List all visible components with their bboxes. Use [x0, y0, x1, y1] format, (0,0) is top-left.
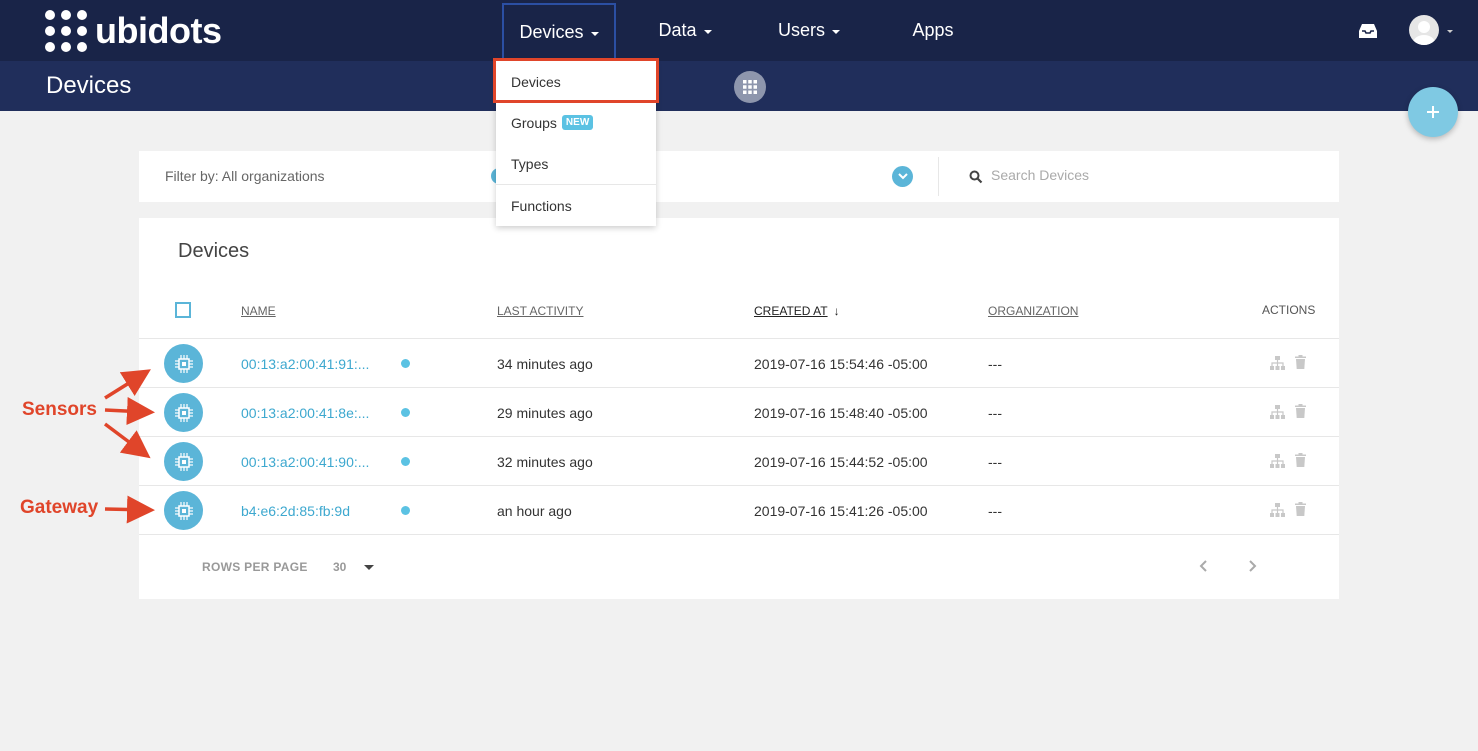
- nav-data-label: Data: [658, 20, 697, 40]
- nav-users[interactable]: Users: [762, 0, 856, 61]
- divider: [938, 157, 939, 196]
- nav-devices[interactable]: Devices: [502, 3, 616, 60]
- page-title: Devices: [46, 72, 132, 99]
- search-input[interactable]: [991, 167, 1291, 183]
- device-name-link[interactable]: b4:e6:2d:85:fb:9d: [241, 503, 350, 519]
- organization: ---: [988, 356, 1002, 372]
- status-dot: [401, 359, 410, 368]
- app-grid-button[interactable]: [734, 71, 766, 103]
- table-row[interactable]: 00:13:a2:00:41:8e:... 29 minutes ago 201…: [139, 387, 1339, 436]
- nav-users-label: Users: [777, 20, 825, 40]
- organization: ---: [988, 503, 1002, 519]
- device-name-link[interactable]: 00:13:a2:00:41:90:...: [241, 454, 369, 470]
- last-activity: 32 minutes ago: [497, 454, 593, 470]
- column-header-actions: ACTIONS: [1262, 303, 1316, 317]
- created-at: 2019-07-16 15:48:40 -05:00: [754, 405, 928, 421]
- annotation-highlight-box: [493, 58, 659, 103]
- column-header-name[interactable]: NAME: [241, 304, 276, 318]
- column-header-created-at[interactable]: CREATED AT ↓: [754, 304, 840, 318]
- chevron-down-icon: [897, 173, 908, 180]
- grid-icon: [743, 80, 757, 94]
- last-activity: 34 minutes ago: [497, 356, 593, 372]
- caret-down-icon[interactable]: [364, 565, 374, 570]
- nav-apps-label: Apps: [912, 20, 954, 40]
- plus-icon: [1427, 106, 1439, 118]
- menu-item-groups[interactable]: Groups NEW: [496, 102, 656, 143]
- device-name-link[interactable]: 00:13:a2:00:41:8e:...: [241, 405, 369, 421]
- column-header-last-activity[interactable]: LAST ACTIVITY: [497, 304, 583, 318]
- device-chip-icon: [164, 393, 203, 432]
- brand-name: ubidots: [95, 10, 222, 51]
- annotation-gateway-label: Gateway: [20, 497, 99, 518]
- avatar[interactable]: [1409, 15, 1439, 45]
- new-badge: NEW: [561, 115, 594, 130]
- last-activity: 29 minutes ago: [497, 405, 593, 421]
- trash-icon[interactable]: [1295, 404, 1306, 418]
- table-row[interactable]: 00:13:a2:00:41:90:... 32 minutes ago 201…: [139, 436, 1339, 485]
- chevron-down-icon: [703, 29, 712, 34]
- status-dot: [401, 457, 410, 466]
- last-activity: an hour ago: [497, 503, 572, 519]
- chevron-right-icon[interactable]: [1245, 558, 1259, 574]
- nav-devices-label: Devices: [519, 22, 584, 42]
- device-name-link[interactable]: 00:13:a2:00:41:91:...: [241, 356, 369, 372]
- divider: [139, 534, 1339, 535]
- logo-dots-icon: [45, 10, 87, 52]
- add-device-button[interactable]: [1408, 87, 1458, 137]
- trash-icon[interactable]: [1295, 502, 1306, 516]
- created-at: 2019-07-16 15:54:46 -05:00: [754, 356, 928, 372]
- device-chip-icon: [164, 491, 203, 530]
- column-header-organization[interactable]: ORGANIZATION: [988, 304, 1078, 318]
- select-all-checkbox[interactable]: [175, 302, 191, 318]
- status-dot: [401, 506, 410, 515]
- table-row[interactable]: 00:13:a2:00:41:91:... 34 minutes ago 201…: [139, 338, 1339, 387]
- column-header-created-at-label: CREATED AT: [754, 304, 828, 318]
- inbox-icon[interactable]: [1358, 22, 1378, 39]
- chevron-left-icon[interactable]: [1197, 558, 1211, 574]
- filter-bar: Filter by: All organizations: [139, 151, 1339, 202]
- nav-data[interactable]: Data: [640, 0, 730, 61]
- search-icon: [969, 170, 983, 184]
- sort-arrow-down-icon: ↓: [833, 304, 840, 318]
- trash-icon[interactable]: [1295, 355, 1306, 369]
- organization-filter[interactable]: Filter by: All organizations: [165, 168, 325, 184]
- top-navbar: ubidots Devices Data Users Apps: [0, 0, 1478, 61]
- hierarchy-icon[interactable]: [1270, 503, 1285, 517]
- chevron-down-icon: [590, 31, 599, 36]
- menu-item-label: Groups: [511, 114, 557, 131]
- table-title: Devices: [178, 240, 250, 262]
- hierarchy-icon[interactable]: [1270, 454, 1285, 468]
- trash-icon[interactable]: [1295, 453, 1306, 467]
- menu-item-label: Types: [511, 155, 549, 172]
- organization: ---: [988, 405, 1002, 421]
- table-row[interactable]: b4:e6:2d:85:fb:9d an hour ago 2019-07-16…: [139, 485, 1339, 534]
- rows-per-page-label: ROWS PER PAGE: [202, 560, 308, 574]
- annotation-sensors-label: Sensors: [22, 399, 97, 420]
- status-dot: [401, 408, 410, 417]
- hierarchy-icon[interactable]: [1270, 405, 1285, 419]
- menu-item-types[interactable]: Types: [496, 143, 656, 184]
- ubidots-logo[interactable]: ubidots: [45, 10, 222, 52]
- hierarchy-icon[interactable]: [1270, 356, 1285, 370]
- created-at: 2019-07-16 15:41:26 -05:00: [754, 503, 928, 519]
- filter-dropdown-button[interactable]: [892, 166, 913, 187]
- chevron-down-icon[interactable]: [1447, 30, 1453, 33]
- user-icon: [1413, 21, 1435, 45]
- menu-item-label: Functions: [511, 197, 572, 214]
- devices-table-card: Devices NAME LAST ACTIVITY CREATED AT ↓ O…: [139, 218, 1339, 599]
- device-chip-icon: [164, 442, 203, 481]
- nav-apps[interactable]: Apps: [898, 0, 968, 61]
- chevron-down-icon: [832, 29, 840, 34]
- organization: ---: [988, 454, 1002, 470]
- device-chip-icon: [164, 344, 203, 383]
- menu-item-functions[interactable]: Functions: [496, 185, 656, 226]
- created-at: 2019-07-16 15:44:52 -05:00: [754, 454, 928, 470]
- rows-per-page-select[interactable]: 30: [333, 560, 346, 574]
